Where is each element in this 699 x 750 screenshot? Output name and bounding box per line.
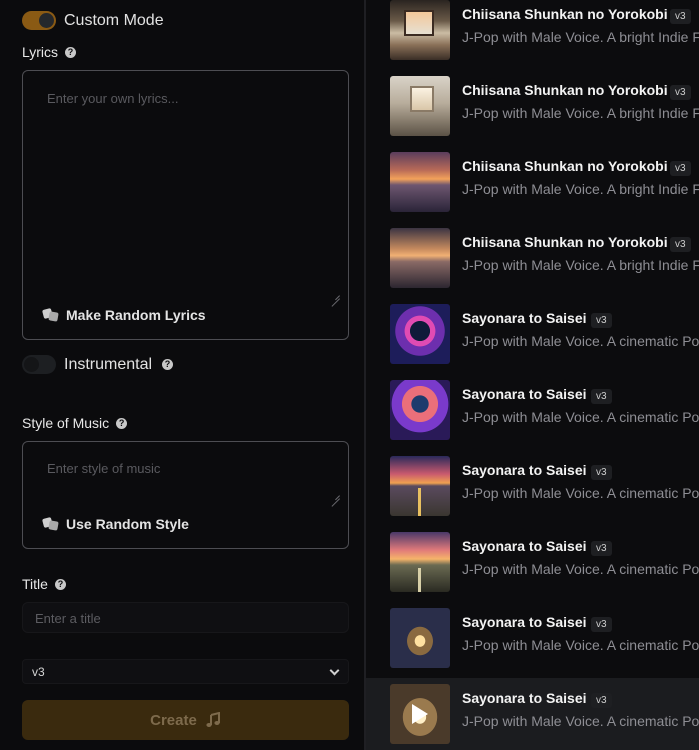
title-input[interactable]: Enter a title	[22, 602, 349, 633]
song-cover[interactable]	[390, 228, 450, 288]
song-title[interactable]: Sayonara to Saisei	[462, 462, 587, 478]
dice-icon	[41, 307, 59, 322]
version-badge: v3	[670, 161, 691, 176]
version-badge: v3	[670, 9, 691, 24]
instrumental-label: Instrumental	[64, 355, 153, 373]
help-icon[interactable]: ?	[65, 46, 77, 58]
create-button-label: Create	[150, 711, 197, 729]
instrumental-row: Instrumental ?	[22, 355, 174, 374]
song-row[interactable]: Chiisana Shunkan no Yorokobi v3 J-Pop wi…	[366, 222, 699, 298]
song-description: J-Pop with Male Voice. A bright Indie F	[462, 105, 699, 121]
song-row[interactable]: Sayonara to Saisei v3 J-Pop with Male Vo…	[366, 450, 699, 526]
lyrics-label: Lyrics ?	[22, 44, 77, 60]
version-badge: v3	[670, 85, 691, 100]
custom-mode-toggle[interactable]	[22, 11, 56, 30]
version-select[interactable]: v3	[22, 659, 349, 684]
version-badge: v3	[591, 389, 612, 404]
song-cover[interactable]	[390, 684, 450, 744]
song-title[interactable]: Sayonara to Saisei	[462, 310, 587, 326]
dice-icon	[41, 516, 59, 531]
play-icon[interactable]	[412, 704, 428, 724]
lyrics-placeholder: Enter your own lyrics...	[47, 91, 179, 106]
lyrics-label-text: Lyrics	[22, 44, 59, 60]
song-cover[interactable]	[390, 304, 450, 364]
lyrics-textarea[interactable]: Enter your own lyrics... Make Random Lyr…	[22, 70, 349, 340]
song-list: Chiisana Shunkan no Yorokobi v3 J-Pop wi…	[366, 0, 699, 750]
title-placeholder: Enter a title	[35, 611, 101, 626]
song-description: J-Pop with Male Voice. A cinematic Po	[462, 561, 699, 577]
make-random-lyrics-label: Make Random Lyrics	[66, 307, 206, 323]
song-title[interactable]: Sayonara to Saisei	[462, 538, 587, 554]
title-label-text: Title	[22, 576, 48, 592]
song-row[interactable]: Chiisana Shunkan no Yorokobi v3 J-Pop wi…	[366, 70, 699, 146]
song-row[interactable]: Sayonara to Saisei v3 J-Pop with Male Vo…	[366, 298, 699, 374]
use-random-style-button[interactable]: Use Random Style	[41, 516, 189, 532]
style-textarea[interactable]: Enter style of music Use Random Style	[22, 441, 349, 549]
song-cover[interactable]	[390, 456, 450, 516]
song-title[interactable]: Sayonara to Saisei	[462, 386, 587, 402]
resize-handle-icon[interactable]	[331, 490, 340, 499]
song-row[interactable]: Sayonara to Saisei v3 J-Pop with Male Vo…	[366, 678, 699, 750]
music-note-icon	[205, 711, 221, 728]
instrumental-toggle[interactable]	[22, 355, 56, 374]
resize-handle-icon[interactable]	[331, 290, 340, 299]
use-random-style-label: Use Random Style	[66, 516, 189, 532]
help-icon[interactable]: ?	[54, 578, 66, 590]
song-title[interactable]: Sayonara to Saisei	[462, 690, 587, 706]
style-label: Style of Music ?	[22, 415, 128, 431]
song-description: J-Pop with Male Voice. A cinematic Po	[462, 485, 699, 501]
help-icon[interactable]: ?	[116, 417, 128, 429]
version-badge: v3	[670, 237, 691, 252]
custom-mode-label: Custom Mode	[64, 11, 164, 29]
style-placeholder: Enter style of music	[47, 461, 161, 476]
song-title[interactable]: Chiisana Shunkan no Yorokobi	[462, 82, 668, 98]
style-label-text: Style of Music	[22, 415, 110, 431]
song-description: J-Pop with Male Voice. A cinematic Po	[462, 713, 699, 729]
version-badge: v3	[591, 617, 612, 632]
song-cover[interactable]	[390, 0, 450, 60]
title-label: Title ?	[22, 576, 66, 592]
version-badge: v3	[591, 693, 612, 708]
song-cover[interactable]	[390, 380, 450, 440]
song-row[interactable]: Chiisana Shunkan no Yorokobi v3 J-Pop wi…	[366, 0, 699, 70]
song-title[interactable]: Chiisana Shunkan no Yorokobi	[462, 234, 668, 250]
create-button[interactable]: Create	[22, 700, 349, 740]
song-cover[interactable]	[390, 152, 450, 212]
version-badge: v3	[591, 465, 612, 480]
song-title[interactable]: Sayonara to Saisei	[462, 614, 587, 630]
help-icon[interactable]: ?	[162, 359, 174, 370]
song-description: J-Pop with Male Voice. A cinematic Po	[462, 409, 699, 425]
song-title[interactable]: Chiisana Shunkan no Yorokobi	[462, 6, 668, 22]
song-description: J-Pop with Male Voice. A cinematic Po	[462, 333, 699, 349]
make-random-lyrics-button[interactable]: Make Random Lyrics	[41, 307, 206, 323]
song-row[interactable]: Sayonara to Saisei v3 J-Pop with Male Vo…	[366, 526, 699, 602]
song-cover[interactable]	[390, 608, 450, 668]
song-description: J-Pop with Male Voice. A bright Indie F	[462, 29, 699, 45]
song-description: J-Pop with Male Voice. A bright Indie F	[462, 257, 699, 273]
song-cover[interactable]	[390, 532, 450, 592]
song-row[interactable]: Sayonara to Saisei v3 J-Pop with Male Vo…	[366, 602, 699, 678]
song-description: J-Pop with Male Voice. A cinematic Po	[462, 637, 699, 653]
song-row[interactable]: Sayonara to Saisei v3 J-Pop with Male Vo…	[366, 374, 699, 450]
version-badge: v3	[591, 541, 612, 556]
song-title[interactable]: Chiisana Shunkan no Yorokobi	[462, 158, 668, 174]
song-cover[interactable]	[390, 76, 450, 136]
version-badge: v3	[591, 313, 612, 328]
version-select-value: v3	[32, 665, 45, 679]
song-row[interactable]: Chiisana Shunkan no Yorokobi v3 J-Pop wi…	[366, 146, 699, 222]
chevron-down-icon	[329, 665, 340, 676]
custom-mode-row: Custom Mode	[22, 11, 164, 30]
create-panel: Custom Mode Lyrics ? Enter your own lyri…	[0, 0, 364, 750]
song-description: J-Pop with Male Voice. A bright Indie F	[462, 181, 699, 197]
